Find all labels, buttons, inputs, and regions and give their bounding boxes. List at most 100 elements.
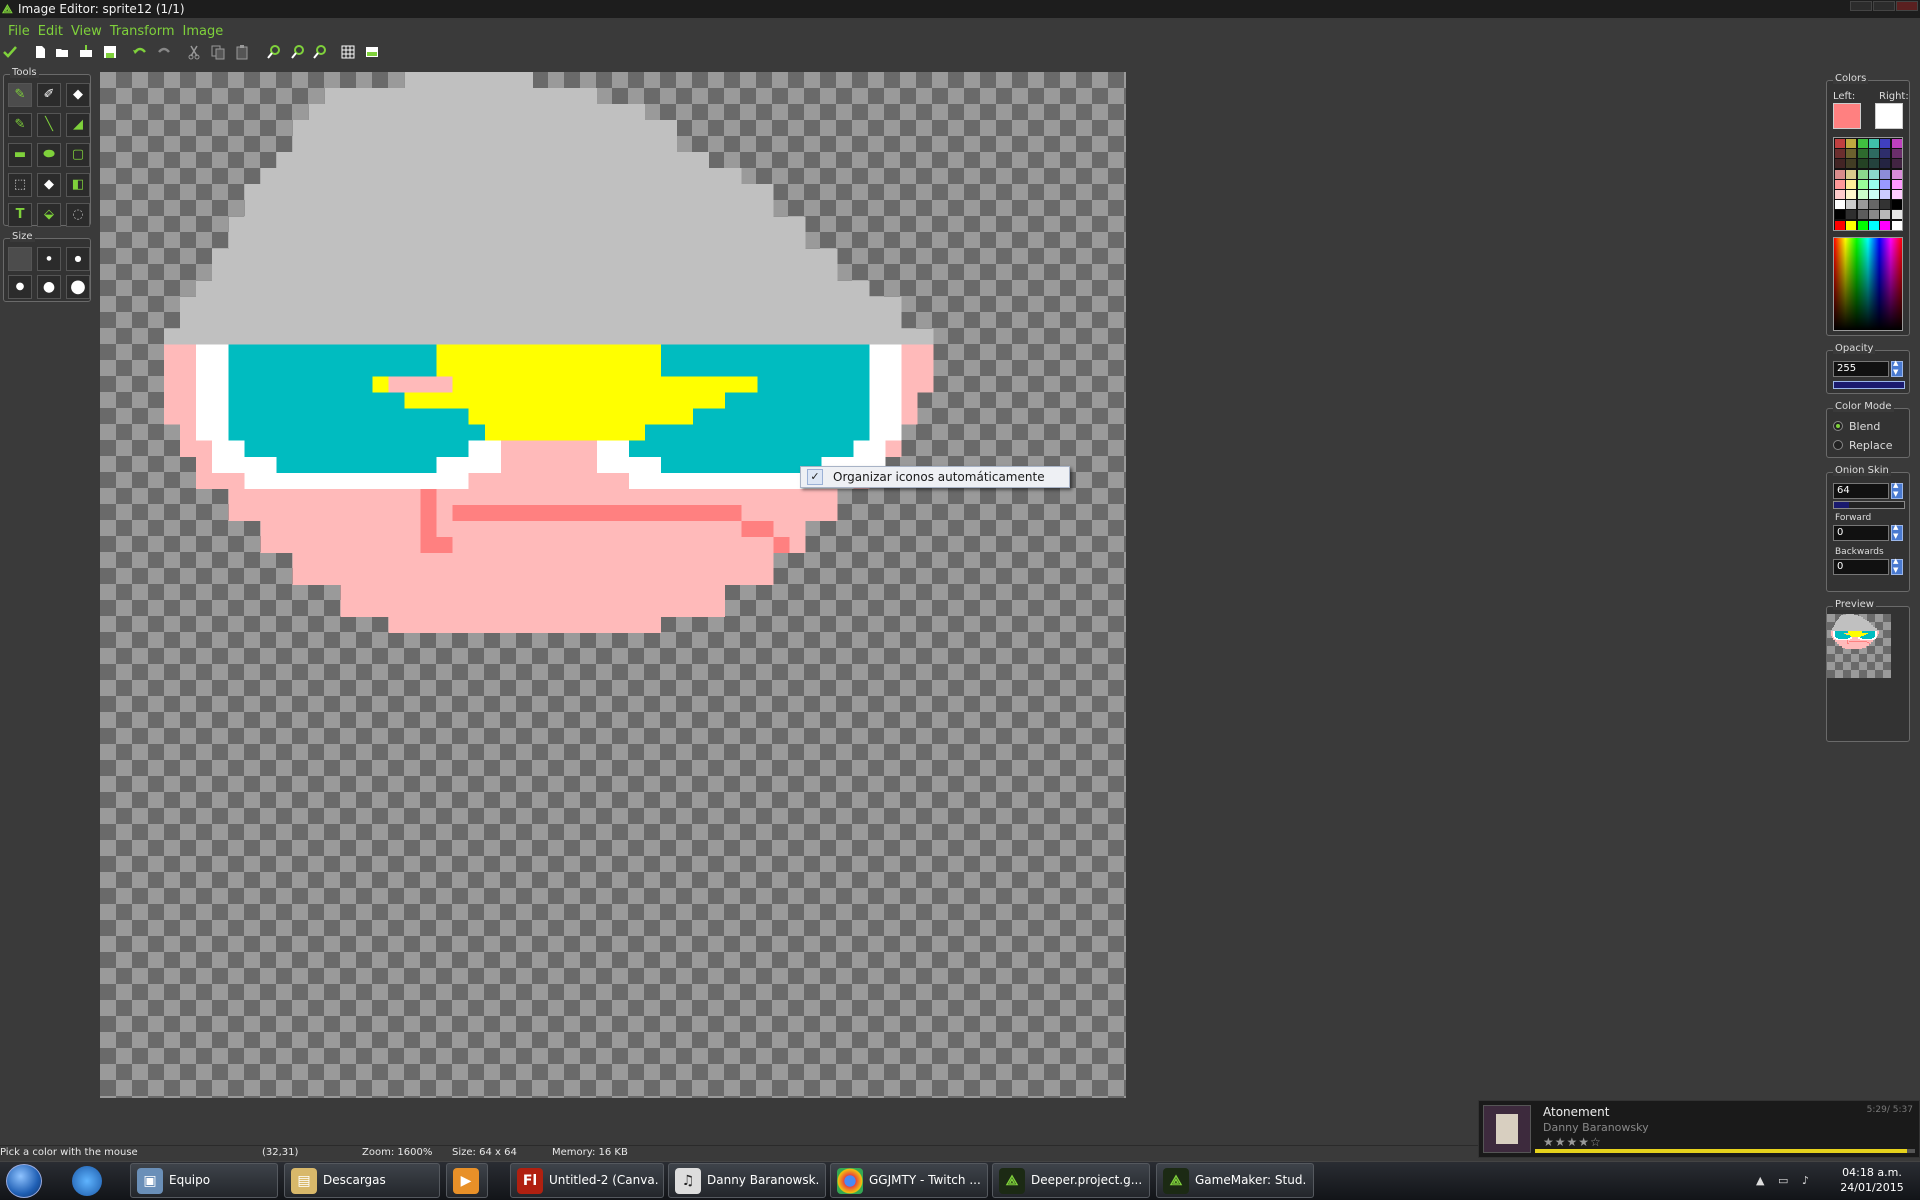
system-clock[interactable]: 04:18 a.m. 24/01/2015 (1832, 1165, 1912, 1195)
replace-radio[interactable] (1833, 440, 1843, 450)
palette-swatch[interactable] (1835, 190, 1845, 199)
blend-radio[interactable] (1833, 421, 1843, 431)
zoom-out-icon[interactable] (290, 44, 306, 60)
confirm-icon[interactable] (2, 44, 18, 60)
opacity-slider[interactable] (1833, 381, 1905, 389)
palette-swatch[interactable] (1880, 220, 1891, 230)
palette-swatch[interactable] (1835, 200, 1845, 210)
maximize-button[interactable] (1873, 1, 1895, 11)
volume-icon[interactable]: ♪ (1802, 1174, 1809, 1187)
taskbar-item-gamemaker[interactable]: ⟁ GameMaker: Stud... (1156, 1163, 1314, 1198)
internet-explorer-icon[interactable] (72, 1166, 102, 1196)
rating-stars[interactable]: ★★★★☆ (1543, 1135, 1602, 1149)
palette-swatch[interactable] (1846, 220, 1857, 230)
palette-swatch[interactable] (1868, 149, 1879, 159)
flip-tool-button[interactable]: ◧ (66, 173, 90, 197)
palette-swatch[interactable] (1857, 210, 1868, 220)
menu-transform[interactable]: Transform (110, 22, 175, 42)
palette-swatch[interactable] (1880, 159, 1891, 169)
palette-swatch[interactable] (1835, 149, 1845, 159)
menu-image[interactable]: Image (182, 22, 223, 42)
brush-size-4-button[interactable]: ● (8, 275, 32, 299)
select-tool-button[interactable]: ⬚ (8, 173, 32, 197)
forward-spinner[interactable] (1891, 523, 1903, 541)
palette-swatch[interactable] (1835, 179, 1845, 189)
palette-swatch[interactable] (1846, 169, 1857, 179)
palette-swatch[interactable] (1880, 169, 1891, 179)
palette-swatch[interactable] (1891, 179, 1902, 189)
import-icon[interactable] (78, 44, 94, 60)
palette-swatch[interactable] (1846, 210, 1857, 220)
taskbar-item-media-player[interactable]: ▶ (446, 1163, 488, 1198)
palette-swatch[interactable] (1846, 179, 1857, 189)
open-icon[interactable] (54, 44, 70, 60)
start-button[interactable] (6, 1164, 42, 1198)
forward-input[interactable]: 0 (1833, 525, 1889, 541)
palette-swatch[interactable] (1835, 159, 1845, 169)
lasso-tool-button[interactable]: ◌ (66, 203, 90, 227)
brush-size-5-button[interactable]: ● (37, 275, 61, 299)
undo-icon[interactable] (132, 44, 148, 60)
taskbar-item-descargas[interactable]: ▤ Descargas (284, 1163, 440, 1198)
palette-swatch[interactable] (1880, 179, 1891, 189)
color-spectrum-picker[interactable] (1833, 237, 1903, 331)
palette-swatch[interactable] (1846, 190, 1857, 199)
palette-swatch[interactable] (1846, 159, 1857, 169)
taskbar-item-flash[interactable]: Fl Untitled-2 (Canva... (510, 1163, 664, 1198)
palette-swatch[interactable] (1868, 179, 1879, 189)
rectangle-tool-button[interactable]: ▬ (8, 143, 32, 167)
line-tool-button[interactable]: ╲ (37, 113, 61, 137)
menu-view[interactable]: View (71, 22, 102, 42)
taskbar-item-equipo[interactable]: ▣ Equipo (130, 1163, 278, 1198)
palette-swatch[interactable] (1880, 200, 1891, 210)
polygon-tool-button[interactable]: ◢ (66, 113, 90, 137)
pencil-tool-button[interactable]: ✎ (8, 83, 32, 107)
opacity-spinner[interactable] (1891, 359, 1903, 377)
image-icon[interactable] (364, 44, 380, 60)
palette-swatch[interactable] (1891, 149, 1902, 159)
onion-skin-slider[interactable] (1833, 501, 1905, 509)
tray-expand-icon[interactable]: ▲ (1756, 1174, 1764, 1187)
palette-swatch[interactable] (1868, 200, 1879, 210)
spray-tool-button[interactable]: ✐ (37, 83, 61, 107)
palette-swatch[interactable] (1891, 200, 1902, 210)
minimize-button[interactable] (1850, 1, 1872, 11)
color-palette-grid[interactable] (1833, 137, 1903, 231)
palette-swatch[interactable] (1857, 200, 1868, 210)
fill-tool-button[interactable]: ⬙ (37, 203, 61, 227)
paste-icon[interactable] (234, 44, 250, 60)
media-player-widget[interactable]: Atonement Danny Baranowsky ★★★★☆ 5:29/ 5… (1478, 1100, 1920, 1158)
grid-icon[interactable] (340, 44, 356, 60)
onion-skin-spinner[interactable] (1891, 481, 1903, 499)
magic-wand-tool-button[interactable]: ◆ (37, 173, 61, 197)
taskbar-item-chrome[interactable]: GGJMTY - Twitch ... (830, 1163, 988, 1198)
palette-swatch[interactable] (1857, 179, 1868, 189)
zoom-in-icon[interactable] (266, 44, 282, 60)
palette-swatch[interactable] (1868, 190, 1879, 199)
palette-swatch[interactable] (1868, 220, 1879, 230)
menu-edit[interactable]: Edit (38, 22, 63, 42)
backwards-input[interactable]: 0 (1833, 559, 1889, 575)
palette-swatch[interactable] (1880, 139, 1891, 148)
palette-swatch[interactable] (1880, 190, 1891, 199)
palette-swatch[interactable] (1891, 190, 1902, 199)
palette-swatch[interactable] (1846, 200, 1857, 210)
palette-swatch[interactable] (1857, 220, 1868, 230)
palette-swatch[interactable] (1868, 210, 1879, 220)
ellipse-tool-button[interactable]: ⬬ (37, 143, 61, 167)
palette-swatch[interactable] (1857, 169, 1868, 179)
rounded-rect-tool-button[interactable]: ▢ (66, 143, 90, 167)
palette-swatch[interactable] (1891, 159, 1902, 169)
onion-skin-input[interactable]: 64 (1833, 483, 1889, 499)
palette-swatch[interactable] (1868, 159, 1879, 169)
context-menu-item-auto-arrange[interactable]: Organizar iconos automáticamente (833, 470, 1045, 484)
palette-swatch[interactable] (1891, 139, 1902, 148)
brush-size-3-button[interactable]: ● (66, 247, 90, 271)
palette-swatch[interactable] (1835, 169, 1845, 179)
brush-size-6-button[interactable]: ● (66, 275, 90, 299)
palette-swatch[interactable] (1857, 190, 1868, 199)
palette-swatch[interactable] (1857, 149, 1868, 159)
opacity-input[interactable]: 255 (1833, 361, 1889, 377)
song-progress-bar[interactable] (1535, 1149, 1915, 1153)
palette-swatch[interactable] (1835, 220, 1845, 230)
